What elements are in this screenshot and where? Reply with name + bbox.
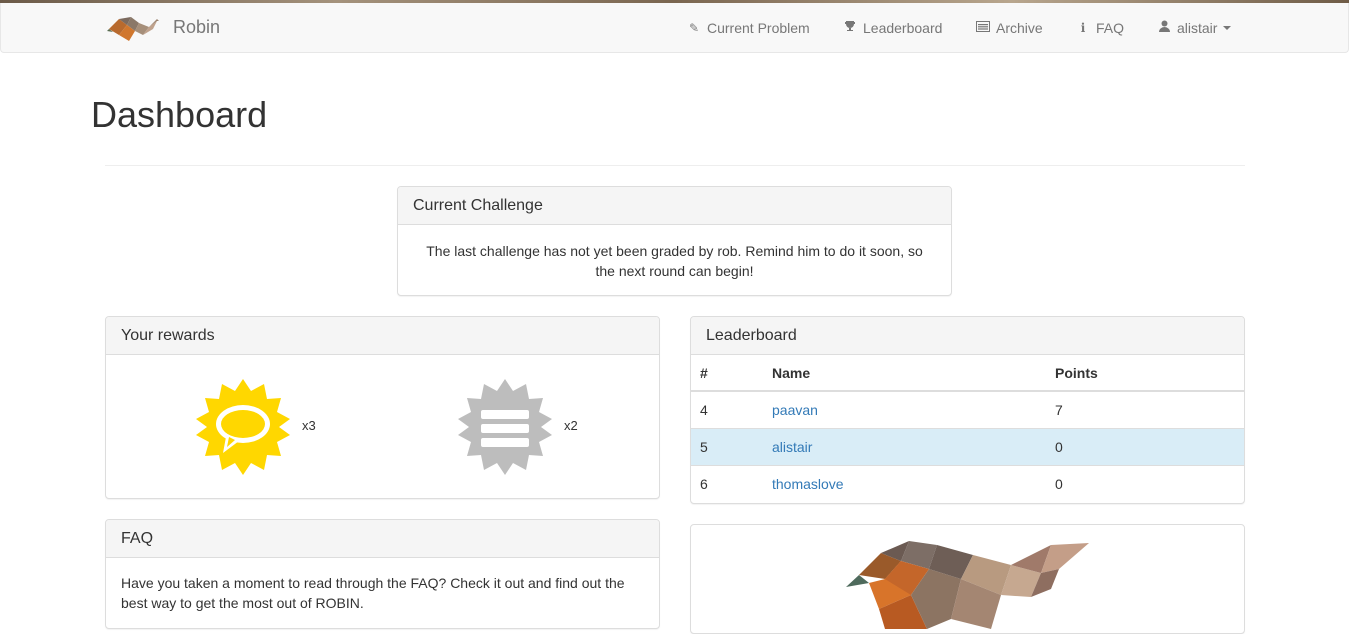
table-row-current-user: 5 alistair 0 [691, 428, 1244, 466]
user-link[interactable]: thomaslove [772, 476, 844, 492]
nav-user-label: alistair [1177, 19, 1218, 36]
rewards-heading: Your rewards [106, 317, 659, 355]
column-header-points: Points [1046, 355, 1244, 392]
robin-illustration-icon [846, 541, 1089, 629]
row-points: 0 [1046, 428, 1244, 466]
nav-user-dropdown[interactable]: alistair [1157, 3, 1232, 52]
nav-leaderboard[interactable]: Leaderboard [843, 3, 942, 52]
brand[interactable]: Robin [105, 3, 220, 52]
leaderboard-header-row: # Name Points [691, 355, 1244, 392]
leaderboard-table: # Name Points 4 paavan 7 5 alistair 0 6 … [691, 355, 1244, 502]
faq-text: Have you taken a moment to read through … [121, 575, 625, 611]
robin-logo-icon [107, 16, 159, 41]
divider [105, 165, 1245, 166]
page-title: Dashboard [91, 94, 268, 135]
speech-bubble-badge-count: x3 [302, 418, 316, 433]
rewards-panel: Your rewards x3 x2 [105, 316, 660, 499]
column-header-rank: # [691, 355, 763, 392]
chevron-down-icon [1223, 25, 1232, 30]
current-challenge-heading: Current Challenge [398, 187, 951, 225]
column-header-name: Name [763, 355, 1046, 392]
leaderboard-heading: Leaderboard [691, 317, 1244, 355]
rewards-body: x3 x2 [106, 355, 659, 497]
nav-faq-label: FAQ [1096, 19, 1125, 36]
navbar: Robin ✎ Current Problem Leaderboard Arch… [0, 3, 1349, 53]
robin-illustration-panel [690, 524, 1245, 634]
lines-badge-icon [458, 379, 552, 475]
pencil-icon: ✎ [688, 20, 700, 35]
row-rank: 4 [691, 391, 763, 429]
nav-faq[interactable]: i FAQ [1076, 3, 1124, 52]
table-row: 6 thomaslove 0 [691, 465, 1244, 502]
nav-current-problem[interactable]: ✎ Current Problem [687, 3, 810, 52]
lines-badge-count: x2 [564, 418, 578, 433]
row-points: 7 [1046, 391, 1244, 429]
row-rank: 6 [700, 475, 708, 492]
brand-name: Robin [173, 17, 221, 37]
table-row: 4 paavan 7 [691, 391, 1244, 429]
row-points: 0 [1055, 475, 1063, 492]
info-icon: i [1080, 20, 1086, 35]
current-challenge-panel: Current Challenge The last challenge has… [397, 186, 952, 296]
row-rank: 5 [691, 428, 763, 466]
list-icon [976, 20, 990, 35]
nav-archive-label: Archive [996, 19, 1043, 36]
current-challenge-text: The last challenge has not yet been grad… [426, 243, 923, 279]
speech-bubble-badge-icon [196, 379, 290, 475]
leaderboard-panel: Leaderboard # Name Points 4 paavan 7 5 a… [690, 316, 1245, 504]
user-icon [1157, 20, 1171, 35]
user-link[interactable]: alistair [772, 439, 812, 455]
nav-leaderboard-label: Leaderboard [863, 19, 943, 36]
nav-current-problem-label: Current Problem [707, 19, 810, 36]
faq-panel: FAQ Have you taken a moment to read thro… [105, 519, 660, 629]
user-link[interactable]: paavan [772, 402, 818, 418]
trophy-icon [843, 20, 857, 35]
nav-archive[interactable]: Archive [976, 3, 1043, 52]
faq-heading: FAQ [106, 520, 659, 558]
